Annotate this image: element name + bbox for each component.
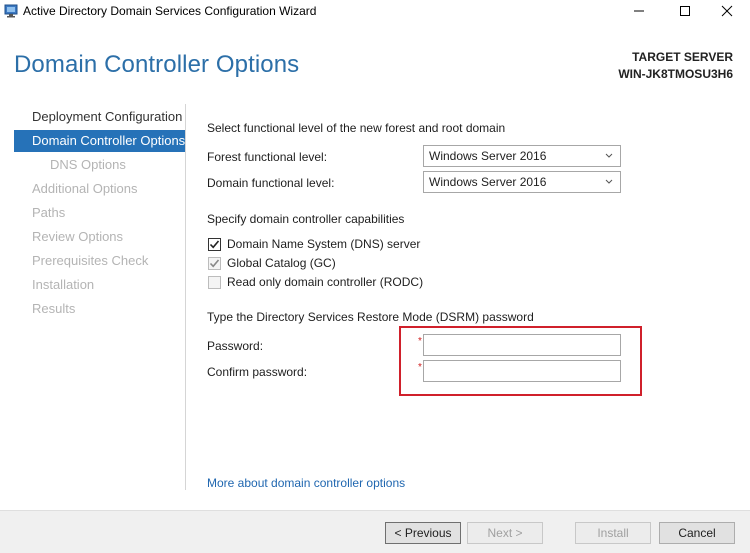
password-input[interactable] <box>423 334 621 356</box>
chevron-down-icon <box>604 149 614 163</box>
more-about-link[interactable]: More about domain controller options <box>207 476 405 490</box>
nav-item-paths: Paths <box>32 205 66 220</box>
nav-item-review-options: Review Options <box>32 229 124 244</box>
cancel-button[interactable]: Cancel <box>659 522 735 544</box>
wizard-navigation: Deployment Configuration Domain Controll… <box>0 104 186 490</box>
functional-level-heading: Select functional level of the new fores… <box>207 121 506 135</box>
close-button[interactable] <box>704 0 750 22</box>
chevron-down-icon <box>604 175 614 189</box>
wizard-header: Domain Controller Options TARGET SERVER … <box>0 22 750 96</box>
global-catalog-checkbox <box>208 257 221 270</box>
domain-level-value: Windows Server 2016 <box>429 175 547 189</box>
confirm-password-input[interactable] <box>423 360 621 382</box>
next-button: Next > <box>467 522 543 544</box>
required-marker: * <box>418 336 422 347</box>
nav-item-installation: Installation <box>32 277 95 292</box>
target-server-name: WIN-JK8TMOSU3H6 <box>618 67 733 81</box>
nav-item-dns-options: DNS Options <box>50 157 126 172</box>
dsrm-heading: Type the Directory Services Restore Mode… <box>207 310 534 324</box>
previous-button[interactable]: < Previous <box>385 522 461 544</box>
forest-level-select[interactable]: Windows Server 2016 <box>423 145 621 167</box>
window-title: Active Directory Domain Services Configu… <box>23 4 317 18</box>
maximize-button[interactable] <box>662 0 708 22</box>
forest-level-label: Forest functional level: <box>207 150 328 164</box>
nav-item-results: Results <box>32 301 76 316</box>
checkmark-icon <box>209 240 220 249</box>
install-button: Install <box>575 522 651 544</box>
target-server-label: TARGET SERVER <box>632 50 733 64</box>
checkmark-icon <box>209 259 220 268</box>
title-bar: Active Directory Domain Services Configu… <box>0 0 750 22</box>
confirm-password-label: Confirm password: <box>207 365 308 379</box>
capabilities-heading: Specify domain controller capabilities <box>207 212 405 226</box>
global-catalog-label: Global Catalog (GC) <box>227 256 336 270</box>
rodc-checkbox <box>208 276 221 289</box>
domain-level-label: Domain functional level: <box>207 176 335 190</box>
dns-server-checkbox[interactable] <box>208 238 221 251</box>
nav-item-domain-controller-options[interactable]: Domain Controller Options <box>14 130 185 152</box>
minimize-button[interactable] <box>616 0 662 22</box>
dns-server-label: Domain Name System (DNS) server <box>227 237 421 251</box>
domain-level-select[interactable]: Windows Server 2016 <box>423 171 621 193</box>
nav-item-additional-options: Additional Options <box>32 181 138 196</box>
forest-level-value: Windows Server 2016 <box>429 149 547 163</box>
rodc-label: Read only domain controller (RODC) <box>227 275 424 289</box>
nav-item-prerequisites-check: Prerequisites Check <box>32 253 149 268</box>
page-title: Domain Controller Options <box>14 51 300 78</box>
password-label: Password: <box>207 339 264 353</box>
required-marker: * <box>418 362 422 373</box>
nav-item-deployment-configuration[interactable]: Deployment Configuration <box>14 106 185 128</box>
close-icon <box>721 5 733 17</box>
server-manager-icon <box>4 3 20 19</box>
wizard-footer: < Previous Next > Install Cancel <box>0 510 750 553</box>
